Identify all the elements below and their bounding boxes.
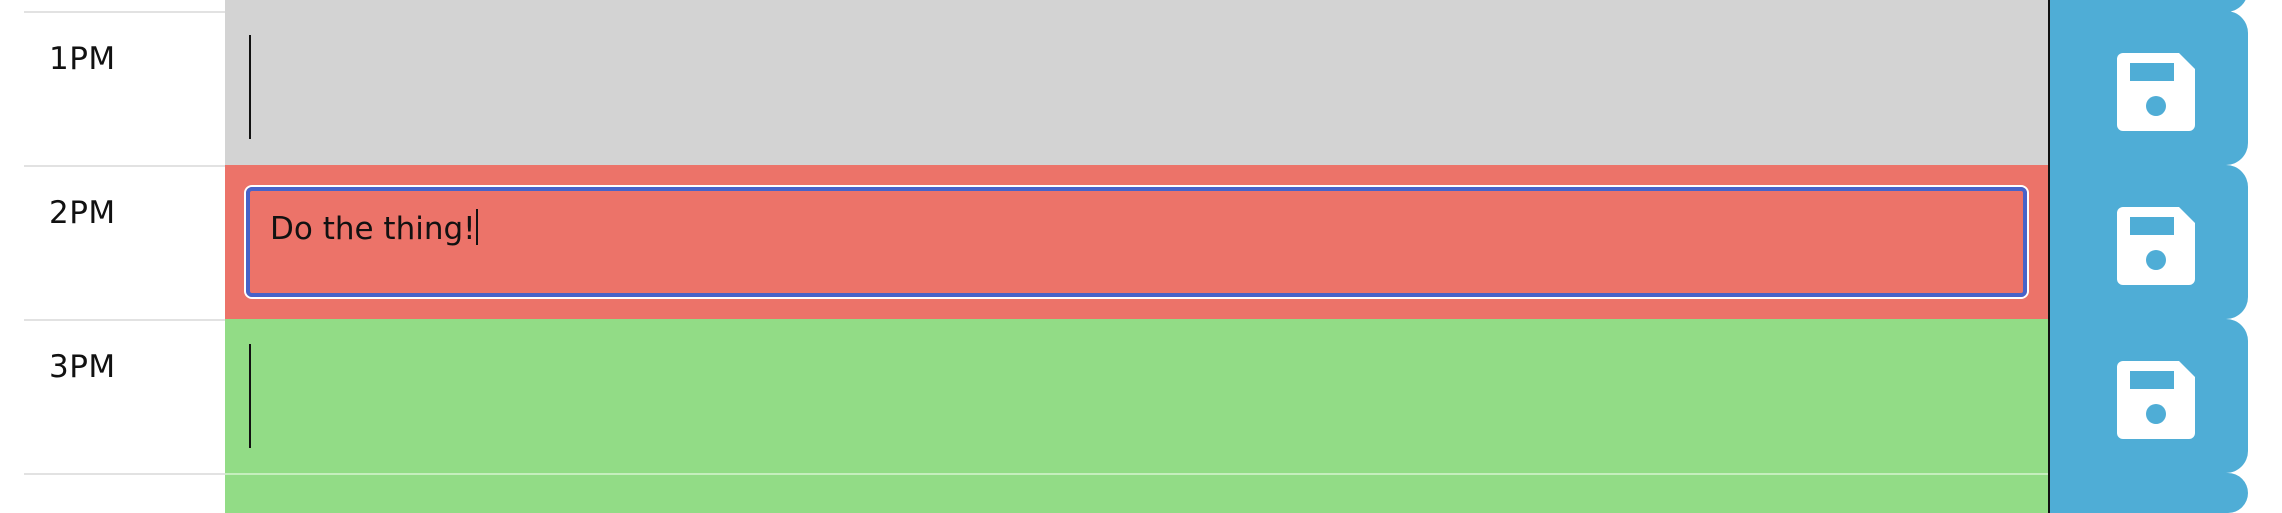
text-caret xyxy=(249,344,251,448)
time-block-1pm: 1PM xyxy=(0,11,2282,165)
description-cell[interactable]: Do the thing! xyxy=(225,165,2048,319)
description-text: Do the thing! xyxy=(270,209,478,247)
floppy-disk-save-icon xyxy=(2117,53,2195,131)
text-caret xyxy=(475,209,478,245)
time-block-3pm: 3PM xyxy=(0,319,2282,473)
hour-cell: 1PM xyxy=(24,11,225,165)
time-block-partial-bottom xyxy=(0,473,2282,513)
hour-cell: 3PM xyxy=(24,319,225,473)
hour-label: 3PM xyxy=(49,349,116,385)
text-caret xyxy=(249,35,251,139)
save-button[interactable] xyxy=(2048,319,2248,473)
hour-cell xyxy=(24,473,225,513)
description-cell[interactable] xyxy=(225,319,2048,473)
description-textarea[interactable]: Do the thing! xyxy=(246,187,2027,297)
floppy-disk-save-icon xyxy=(2117,207,2195,285)
hour-label: 2PM xyxy=(49,195,116,231)
description-textarea[interactable] xyxy=(247,33,2026,143)
hour-label: 1PM xyxy=(49,41,116,77)
description-textarea[interactable] xyxy=(247,341,2026,451)
hour-cell: 2PM xyxy=(24,165,225,319)
save-button[interactable] xyxy=(2048,473,2248,513)
description-cell[interactable] xyxy=(225,11,2048,165)
time-block-2pm: 2PM Do the thing! xyxy=(0,165,2282,319)
save-button[interactable] xyxy=(2048,165,2248,319)
save-button[interactable] xyxy=(2048,11,2248,165)
day-scheduler: 1PM 2PM Do the thing! 3PM xyxy=(0,0,2282,513)
floppy-disk-save-icon xyxy=(2117,361,2195,439)
description-cell[interactable] xyxy=(225,473,2048,513)
